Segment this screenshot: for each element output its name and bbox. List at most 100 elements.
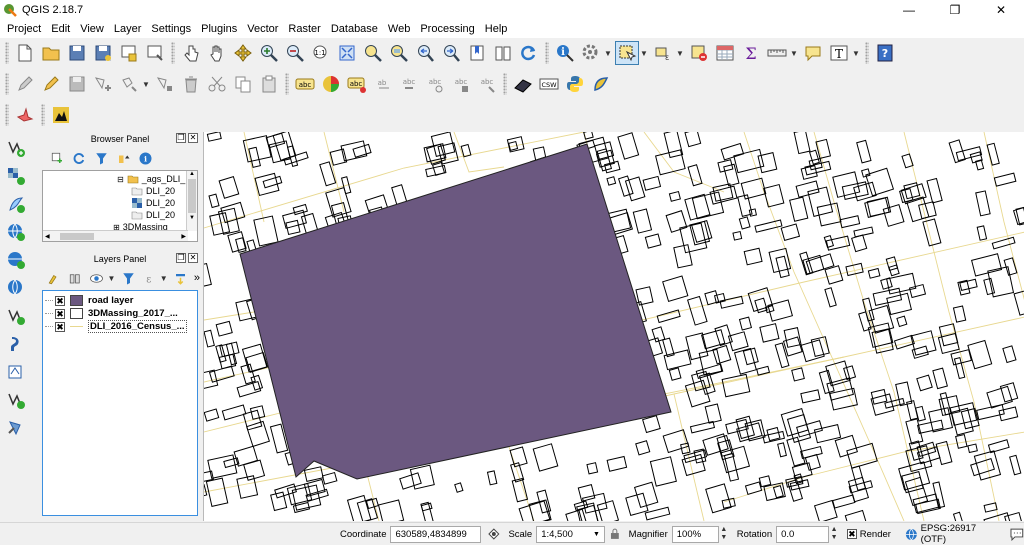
toggle-editing-icon[interactable] [39, 72, 63, 96]
filter-expression-icon[interactable]: ε [140, 268, 159, 288]
map-render[interactable] [204, 132, 1024, 521]
road-layer-polygon[interactable] [239, 143, 672, 480]
new-project-icon[interactable] [13, 41, 37, 65]
expand-all-icon[interactable] [171, 268, 190, 288]
toolbar-grip[interactable] [41, 104, 45, 126]
close-button[interactable]: ✕ [978, 0, 1024, 20]
layer-symbol-swatch[interactable] [70, 308, 83, 319]
pin-labels-icon[interactable]: abc [345, 72, 369, 96]
add-vector-layer-icon[interactable] [4, 136, 28, 160]
new-shapefile-icon[interactable] [4, 416, 28, 440]
rotate-label-icon[interactable]: abc [423, 72, 447, 96]
georeferencer-icon[interactable] [511, 72, 535, 96]
style-icon[interactable] [45, 268, 64, 288]
toolbar-grip[interactable] [285, 73, 289, 95]
lock-icon[interactable] [609, 528, 621, 540]
deselect-icon[interactable] [687, 41, 711, 65]
more-tools-icon[interactable]: » [194, 272, 200, 284]
paste-features-icon[interactable] [257, 72, 281, 96]
scale-combobox[interactable]: 1:4,500 ▼ [536, 525, 605, 543]
copy-features-icon[interactable] [231, 72, 255, 96]
filter-icon[interactable] [91, 148, 111, 168]
tree-item[interactable]: DLI_20 [117, 197, 185, 209]
scrollbar-thumb[interactable] [59, 232, 94, 240]
menu-plugins[interactable]: Plugins [196, 23, 242, 35]
chevron-down-icon[interactable]: ▼ [604, 49, 612, 58]
new-bookmark-icon[interactable] [465, 41, 489, 65]
pan-to-selection-icon[interactable] [231, 41, 255, 65]
zoom-to-selection-icon[interactable] [361, 41, 385, 65]
cut-features-icon[interactable] [205, 72, 229, 96]
menu-layer[interactable]: Layer [109, 23, 147, 35]
add-postgis-icon[interactable] [4, 332, 28, 356]
show-hide-labels-icon[interactable]: ab [371, 72, 395, 96]
magnifier-spinner[interactable]: ▲ ▼ [719, 526, 729, 543]
render-checkbox[interactable]: ✖ [846, 529, 857, 539]
identify-icon[interactable]: i [553, 41, 577, 65]
magnifier-field[interactable]: 100% [671, 525, 719, 543]
move-feature-icon[interactable] [117, 72, 141, 96]
toolbar-grip[interactable] [5, 104, 9, 126]
zoom-native-icon[interactable]: 1:1 [309, 41, 333, 65]
close-panel-button[interactable]: ✕ [188, 253, 198, 263]
select-by-value-icon[interactable]: ε [651, 41, 675, 65]
crs-globe-icon[interactable] [905, 528, 918, 541]
restore-button[interactable]: ❐ [932, 0, 978, 20]
add-delimited-text-icon[interactable] [4, 304, 28, 328]
add-spatialite-icon[interactable] [4, 192, 28, 216]
move-label-icon[interactable]: abc [397, 72, 421, 96]
scrollbar-thumb[interactable] [188, 179, 196, 213]
toolbar-grip[interactable] [865, 42, 869, 64]
coordinate-field[interactable]: 630589,4834899 [390, 525, 481, 543]
plugin-a-icon[interactable] [13, 103, 37, 127]
layer-row-road[interactable]: ✖ road layer [45, 294, 197, 307]
zoom-to-layer-icon[interactable] [387, 41, 411, 65]
add-wms-icon[interactable] [4, 220, 28, 244]
node-tool-icon[interactable] [153, 72, 177, 96]
close-panel-button[interactable]: ✕ [188, 133, 198, 143]
layer-row-3dmassing[interactable]: ✖ 3DMassing_2017_... [45, 307, 197, 320]
delete-selected-icon[interactable] [179, 72, 203, 96]
chevron-down-icon[interactable]: ▼ [593, 531, 600, 538]
plugin-b-icon[interactable] [49, 103, 73, 127]
measure-icon[interactable] [765, 41, 789, 65]
rotation-spinner[interactable]: ▲ ▼ [829, 526, 839, 543]
composer-manager-icon[interactable] [143, 41, 167, 65]
layer-visibility-checkbox[interactable]: ✖ [55, 308, 65, 319]
add-mssql-icon[interactable] [4, 388, 28, 412]
visibility-icon[interactable] [87, 268, 106, 288]
menu-settings[interactable]: Settings [146, 23, 196, 35]
show-bookmarks-icon[interactable] [491, 41, 515, 65]
save-as-icon[interactable] [91, 41, 115, 65]
attribute-table-icon[interactable] [713, 41, 737, 65]
toolbar-grip[interactable] [5, 73, 9, 95]
chevron-down-icon[interactable]: ▼ [160, 274, 168, 283]
change-label-icon[interactable]: abc [449, 72, 473, 96]
layer-symbol-swatch[interactable] [70, 295, 83, 306]
zoom-last-icon[interactable] [413, 41, 437, 65]
label-toolbar-icon[interactable]: abc [293, 72, 317, 96]
save-edits-icon[interactable] [65, 72, 89, 96]
statistics-icon[interactable]: Σ [739, 41, 763, 65]
menu-help[interactable]: Help [480, 23, 513, 35]
geocoding-icon[interactable] [589, 72, 613, 96]
unpin-label-icon[interactable]: abc [475, 72, 499, 96]
add-feature-icon[interactable] [91, 72, 115, 96]
toggle-extents-icon[interactable] [487, 527, 501, 541]
current-edits-icon[interactable] [13, 72, 37, 96]
menu-view[interactable]: View [75, 23, 109, 35]
zoom-next-icon[interactable] [439, 41, 463, 65]
help-icon[interactable]: ? [873, 41, 897, 65]
chevron-down-icon[interactable]: ▼ [676, 49, 684, 58]
refresh-icon[interactable] [69, 148, 89, 168]
run-action-icon[interactable] [579, 41, 603, 65]
float-panel-button[interactable]: ❐ [176, 133, 186, 143]
menu-processing[interactable]: Processing [415, 23, 479, 35]
collapse-all-icon[interactable] [113, 148, 133, 168]
menu-database[interactable]: Database [326, 23, 383, 35]
minimize-button[interactable]: — [886, 0, 932, 20]
zoom-in-icon[interactable] [257, 41, 281, 65]
menu-edit[interactable]: Edit [46, 23, 75, 35]
layer-visibility-checkbox[interactable]: ✖ [55, 321, 65, 332]
chevron-down-icon[interactable]: ▼ [108, 274, 116, 283]
